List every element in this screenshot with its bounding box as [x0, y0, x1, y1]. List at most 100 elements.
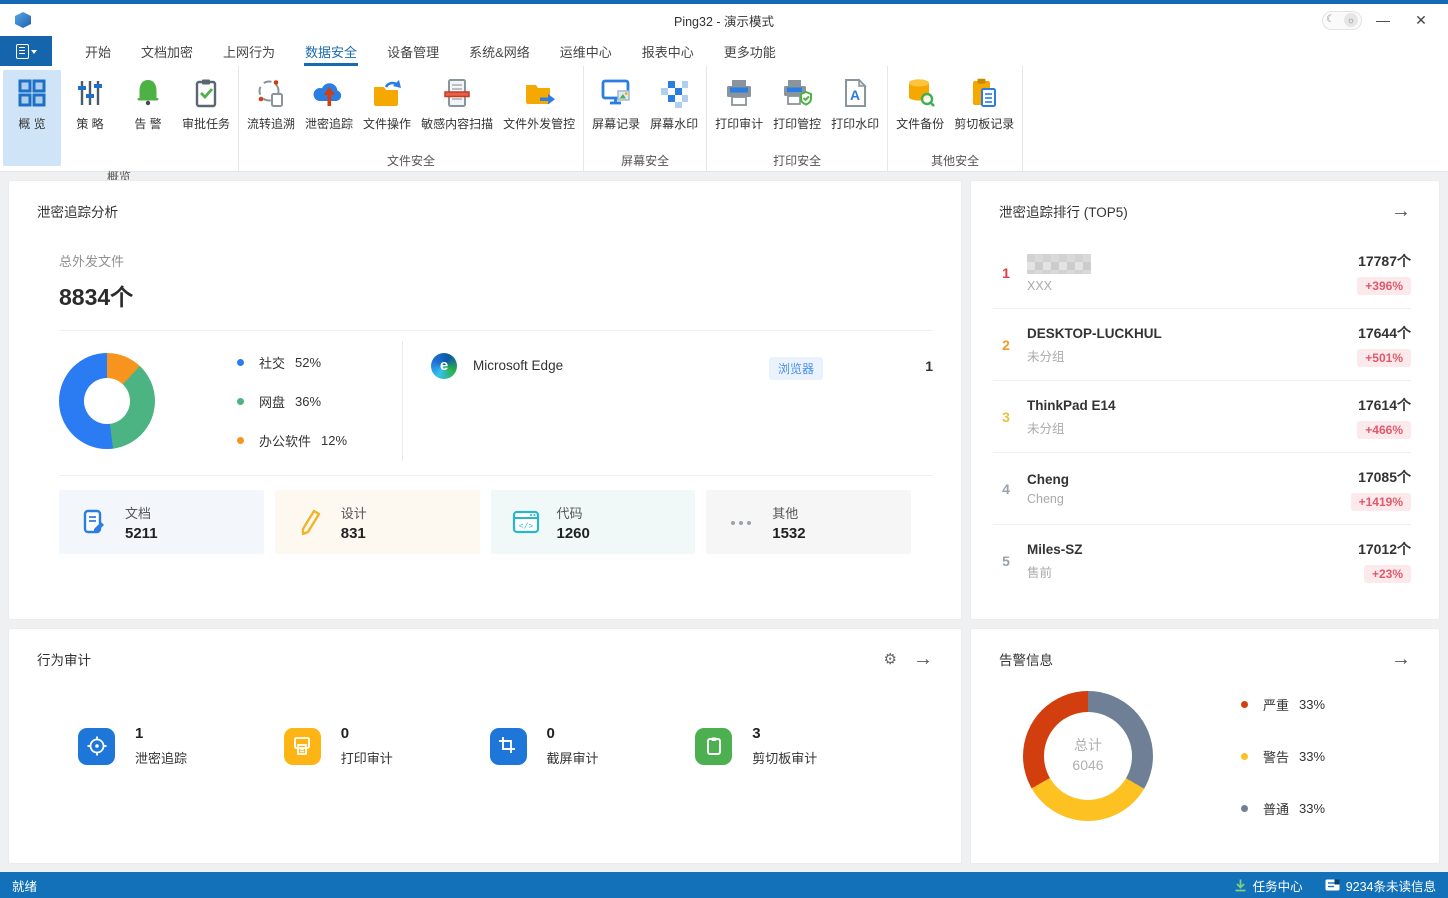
tab-start[interactable]: 开始 — [70, 36, 126, 66]
svg-text:</>: </> — [518, 523, 533, 532]
panel-title: 泄密追踪排行 (TOP5) — [999, 205, 1128, 220]
screen-record-icon — [599, 76, 633, 110]
alerts-total-value: 6046 — [1072, 757, 1104, 773]
masked-name — [1027, 253, 1091, 274]
arrow-right-icon[interactable]: → — [913, 649, 933, 669]
ranking-row[interactable]: 5 Miles-SZ 售前 17012个 +23% — [993, 524, 1411, 596]
legend-item: 办公软件 12% — [237, 431, 347, 450]
code-window-icon: </> — [509, 509, 543, 535]
delta-badge: +466% — [1357, 421, 1411, 439]
legend-item: 严重 33% — [1241, 695, 1325, 714]
legend-item: 普通 33% — [1241, 799, 1325, 818]
leak-channel-donut-chart — [59, 353, 155, 449]
tab-more-features[interactable]: 更多功能 — [709, 36, 791, 66]
ranking-row[interactable]: 1 XXX 17787个 +396% — [993, 237, 1411, 308]
tab-data-security[interactable]: 数据安全 — [290, 36, 372, 66]
ribbon-item-print-audit[interactable]: 打印审计 — [710, 70, 768, 150]
ribbon-group-overview: 概 览 策 略 告 警 审批任务 概览 — [0, 66, 240, 184]
ellipsis-icon — [724, 509, 758, 535]
audit-item-print-audit[interactable]: 0 打印审计 — [283, 725, 490, 767]
legend-dot — [1241, 804, 1248, 812]
print-control-icon — [780, 76, 814, 110]
ribbon-group-label: 屏幕安全 — [621, 154, 670, 168]
arrow-right-icon[interactable]: → — [1391, 201, 1411, 221]
alerts-legend: 严重 33% 警告 33% 普通 33% — [1241, 695, 1325, 818]
legend-item: 警告 33% — [1241, 747, 1325, 766]
policy-sliders-icon — [73, 76, 107, 110]
file-operations-icon — [370, 76, 404, 110]
flow-trace-icon — [254, 76, 288, 110]
ribbon-item-approval-tasks[interactable]: 审批任务 — [177, 70, 235, 150]
ribbon-group-screen-security: 屏幕记录 屏幕水印 屏幕安全 — [584, 66, 708, 171]
ribbon-item-sensitive-scan[interactable]: 敏感内容扫描 — [416, 70, 498, 150]
total-files-value: 8834个 — [59, 284, 134, 310]
ribbon-item-alerts[interactable]: 告 警 — [119, 70, 177, 150]
card-code[interactable]: </> 代码 1260 — [490, 490, 696, 554]
ribbon-item-overview[interactable]: 概 览 — [3, 70, 61, 166]
panel-leak-analysis: 泄密追踪分析 总外发文件 8834个 社交 52% 网盘 36% 办公软件 12… — [8, 180, 962, 620]
ribbon-item-print-control[interactable]: 打印管控 — [768, 70, 826, 150]
tab-doc-encrypt[interactable]: 文档加密 — [126, 36, 208, 66]
print-audit-icon — [722, 76, 756, 110]
sun-icon[interactable]: ☼ — [1344, 13, 1358, 27]
tab-system-network[interactable]: 系统&网络 — [454, 36, 545, 66]
tab-device-mgmt[interactable]: 设备管理 — [372, 36, 454, 66]
ribbon-item-screen-watermark[interactable]: 屏幕水印 — [645, 70, 703, 150]
minimize-button[interactable]: — — [1366, 7, 1400, 33]
ranking-list: 1 XXX 17787个 +396% 2 DESKTOP-LUCKHUL 未分组… — [971, 229, 1439, 596]
tab-report-center[interactable]: 报表中心 — [627, 36, 709, 66]
unread-messages[interactable]: 9234条未读信息 — [1325, 876, 1436, 895]
audit-item-clipboard-audit[interactable]: 3 剪切板审计 — [695, 725, 901, 767]
approval-clipboard-icon — [189, 76, 223, 110]
ribbon-item-flow-trace[interactable]: 流转追溯 — [242, 70, 300, 150]
ribbon-item-print-watermark[interactable]: A 打印水印 — [826, 70, 884, 150]
alerts-total-label: 总计 — [1074, 737, 1102, 754]
task-center-button[interactable]: 任务中心 — [1234, 876, 1303, 895]
panel-title: 行为审计 — [37, 653, 91, 668]
close-button[interactable]: ✕ — [1404, 7, 1438, 33]
arrow-right-icon[interactable]: → — [1391, 649, 1411, 669]
panel-leak-ranking: 泄密追踪排行 (TOP5) → 1 XXX 17787个 +396% 2 DES… — [970, 180, 1440, 620]
ribbon-group-label: 文件安全 — [387, 154, 436, 168]
alert-bell-icon — [131, 76, 165, 110]
main-menu-button[interactable] — [0, 36, 52, 66]
ribbon-item-file-out-control[interactable]: 文件外发管控 — [498, 70, 580, 150]
target-icon — [78, 727, 115, 765]
legend-dot — [237, 436, 244, 444]
card-other[interactable]: 其他 1532 — [706, 490, 911, 554]
leak-trace-cloud-icon — [312, 76, 346, 110]
ranking-row[interactable]: 3 ThinkPad E14 未分组 17614个 +466% — [993, 380, 1411, 452]
ribbon-item-clipboard-record[interactable]: 剪切板记录 — [949, 70, 1019, 150]
audit-item-leak-trace[interactable]: 1 泄密追踪 — [78, 725, 284, 767]
ribbon-item-file-backup[interactable]: 文件备份 — [891, 70, 949, 150]
card-docs[interactable]: 文档 5211 — [59, 490, 264, 554]
ribbon-item-screen-record[interactable]: 屏幕记录 — [587, 70, 645, 150]
delta-badge: +23% — [1363, 565, 1411, 583]
audit-item-screenshot-audit[interactable]: 0 截屏审计 — [489, 725, 696, 767]
ribbon-empty-space — [1023, 66, 1448, 171]
ranking-row[interactable]: 4 Cheng Cheng 17085个 +1419% — [993, 452, 1411, 524]
panel-title: 泄密追踪分析 — [37, 205, 118, 220]
gear-icon[interactable]: ⚙ — [884, 652, 897, 667]
legend-dot — [237, 358, 244, 366]
ribbon-group-print-security: 打印审计 打印管控 A 打印水印 打印安全 — [707, 66, 889, 171]
tab-web-behavior[interactable]: 上网行为 — [208, 36, 290, 66]
theme-toggle[interactable]: ☾ ☼ — [1322, 10, 1362, 30]
ribbon-item-file-operations[interactable]: 文件操作 — [358, 70, 416, 150]
tab-ops-center[interactable]: 运维中心 — [545, 36, 627, 66]
card-design[interactable]: 设计 831 — [274, 490, 480, 554]
ranking-row[interactable]: 2 DESKTOP-LUCKHUL 未分组 17644个 +501% — [993, 308, 1411, 380]
ribbon-item-policy[interactable]: 策 略 — [61, 70, 119, 150]
divider — [59, 475, 933, 476]
top-app-row[interactable]: e Microsoft Edge 浏览器 1 — [431, 341, 933, 461]
ribbon-item-leak-trace[interactable]: 泄密追踪 — [300, 70, 358, 150]
menu-bar: 开始 文档加密 上网行为 数据安全 设备管理 系统&网络 运维中心 报表中心 更… — [0, 36, 1448, 66]
delta-badge: +1419% — [1350, 493, 1411, 511]
moon-icon[interactable]: ☾ — [1326, 15, 1335, 25]
panel-alerts: 告警信息 → 总计 6046 严重 33% 警告 33% 普通 33% — [970, 628, 1440, 864]
ribbon-group-label: 打印安全 — [773, 154, 822, 168]
app-name: Microsoft Edge — [473, 358, 564, 373]
printer-icon — [283, 727, 321, 765]
panel-behavior-audit: 行为审计 ⚙ → 1 泄密追踪 0 打印审计 0 截屏审计 3 剪切板审计 — [8, 628, 962, 864]
legend-item: 网盘 36% — [237, 392, 347, 411]
